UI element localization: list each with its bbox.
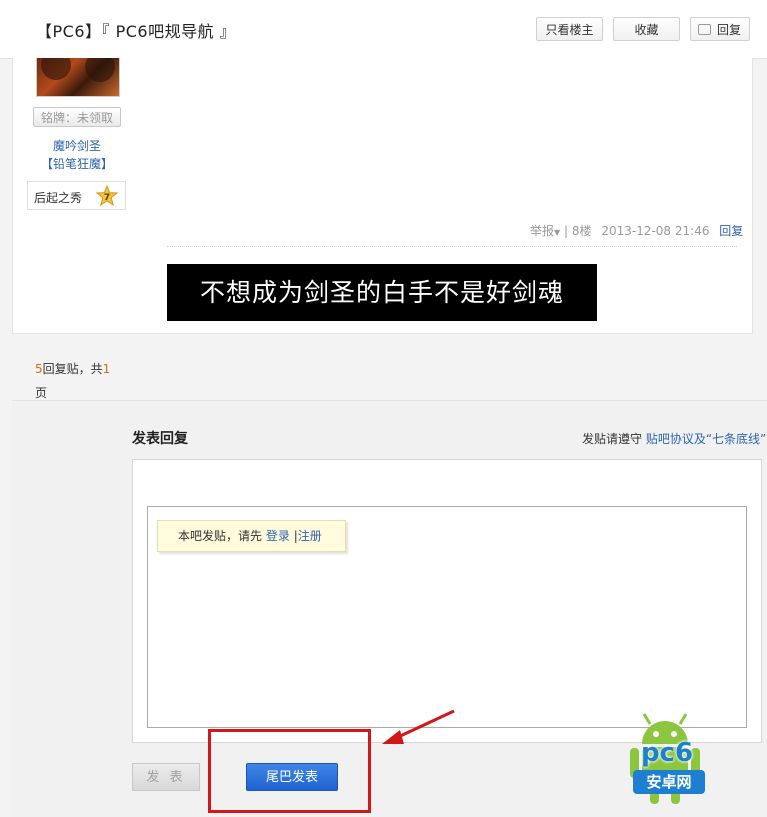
level-star-icon: 7 [96,185,118,207]
chevron-down-icon: ▼ [554,228,561,237]
nameplate-button[interactable]: 铭牌：未领取 [33,107,121,127]
highlight-box [208,729,371,813]
avatar[interactable] [36,58,120,97]
post-meta: 举报▼ | 8楼 2013-12-08 21:46 回复 [530,222,743,239]
level-badge[interactable]: 后起之秀 7 [27,181,126,210]
post-button[interactable]: 发 表 [132,763,200,791]
post-banner-image: 不想成为剑圣的白手不是好剑魂 [167,264,597,321]
favorite-button[interactable]: 收藏 [613,17,680,41]
post-timestamp: 2013-12-08 21:46 [601,224,710,238]
login-tip-text: 本吧发贴，请先 [178,529,263,543]
post-reply-link[interactable]: 回复 [719,224,743,238]
thread-title: 【PC6】『 PC6吧规导航 』 [36,22,237,41]
divider [167,246,737,247]
avatar-art [41,58,71,80]
page-count: 1 [102,362,111,376]
level-number: 7 [104,193,110,203]
posting-notice: 发贴请遵守 贴吧协议及“七条底线” [582,430,766,447]
login-link[interactable]: 登录 [266,529,290,543]
watermark-logo-sub: 安卓网 [633,770,705,794]
watermark-logo-text: pc6 [640,738,694,768]
annotation-arrow-icon [382,709,455,744]
report-link[interactable]: 举报▼ [530,224,560,238]
reply-count: 5回复贴，共1 页 [35,357,125,405]
level-name: 后起之秀 [34,191,83,205]
only-op-button[interactable]: 只看楼主 [536,17,603,41]
user-group-link[interactable]: 【铅笔狂魔】 [0,155,154,172]
username-link[interactable]: 魔吟剑圣 [0,137,154,154]
rules-link[interactable]: 贴吧协议及“七条底线” [646,432,766,446]
floor-number: 8楼 [571,224,592,238]
page-label: 页 [35,386,48,400]
reply-header-button[interactable]: 回复 [690,17,750,41]
reply-count-label: 回复贴，共 [42,362,103,376]
reply-count-number: 5 [35,362,43,376]
login-tip: 本吧发贴，请先 登录 |注册 [157,520,346,552]
comment-icon [698,24,711,35]
register-link[interactable]: 注册 [298,529,322,543]
meta-separator: | [564,224,572,238]
notice-prefix: 发贴请遵守 [582,432,643,446]
avatar-art-2 [85,58,115,82]
reply-header-label: 回复 [716,23,741,37]
reply-section-title: 发表回复 [132,431,188,447]
